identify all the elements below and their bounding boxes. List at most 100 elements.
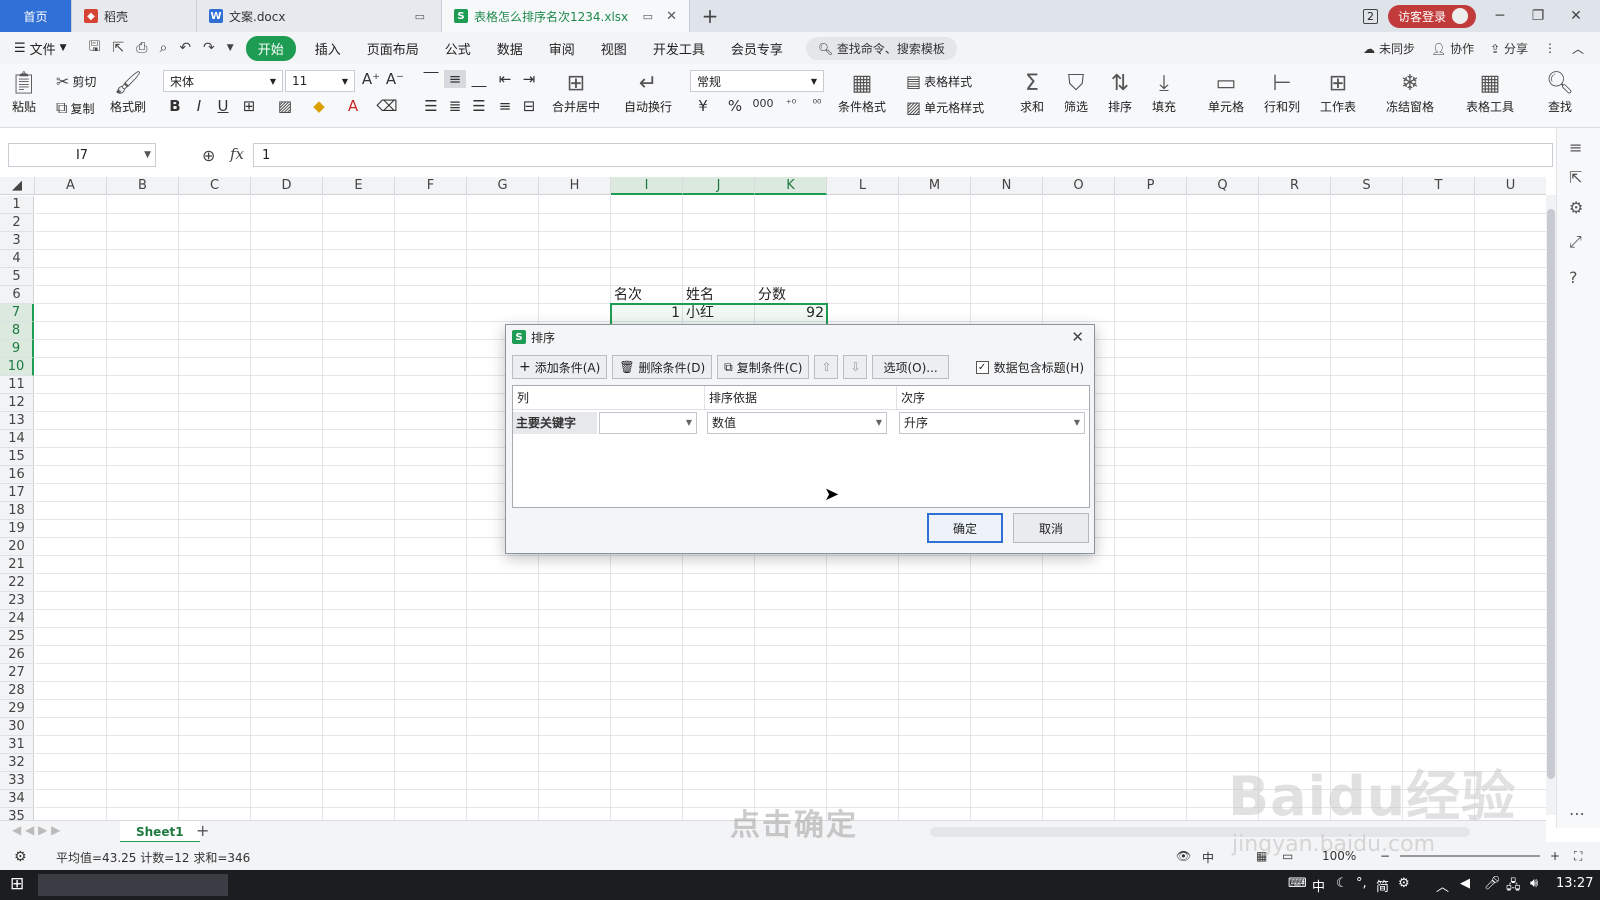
menu-item-view[interactable]: 视图: [588, 39, 640, 58]
paste-button[interactable]: 📋︎ 粘贴: [10, 68, 38, 115]
cell-fill-pattern-icon[interactable]: ▨: [274, 97, 296, 115]
formula-input[interactable]: 1: [253, 143, 1553, 167]
column-header-s[interactable]: S: [1331, 177, 1403, 195]
close-tab-icon[interactable]: ✕: [666, 9, 677, 24]
delete-condition-button[interactable]: 🗑︎ 删除条件(D): [612, 355, 713, 379]
share-button[interactable]: ⇪ 分享: [1490, 40, 1528, 57]
copy-button[interactable]: ⧉ 复制: [56, 98, 94, 118]
number-format-select[interactable]: 常规 ▼: [690, 70, 824, 92]
command-search[interactable]: 🔍︎ 查找命令、搜索模板: [805, 36, 957, 60]
zoom-in-icon[interactable]: +: [1550, 849, 1560, 863]
row-header[interactable]: 2: [0, 214, 34, 232]
header-checkbox-row[interactable]: ✓ 数据包含标题(H): [975, 359, 1084, 376]
collab-button[interactable]: 👤︎ 协作: [1431, 40, 1474, 57]
underline-icon[interactable]: U: [212, 97, 234, 115]
cut-button[interactable]: ✂ 剪切: [56, 72, 96, 91]
menu-item-review[interactable]: 审阅: [536, 39, 588, 58]
column-header-m[interactable]: M: [899, 177, 971, 195]
tray-app-icon[interactable]: ◀: [1460, 876, 1470, 891]
column-header-f[interactable]: F: [395, 177, 467, 195]
scroll-thumb[interactable]: [1547, 209, 1555, 779]
align-left-icon[interactable]: ☰: [420, 97, 442, 115]
column-header-e[interactable]: E: [323, 177, 395, 195]
table-style-button[interactable]: ▤ 表格样式: [906, 72, 972, 91]
column-header-h[interactable]: H: [539, 177, 611, 195]
mic-icon[interactable]: 🎤︎: [1484, 876, 1501, 891]
row-header[interactable]: 34: [0, 790, 34, 808]
keyboard-icon[interactable]: ⌨: [1288, 876, 1307, 891]
add-sheet-icon[interactable]: +: [196, 821, 209, 841]
column-header-r[interactable]: R: [1259, 177, 1331, 195]
row-col-button[interactable]: ⊢ 行和列: [1264, 68, 1300, 115]
collapse-icon[interactable]: ≡: [1569, 138, 1582, 157]
row-header[interactable]: 30: [0, 718, 34, 736]
ime-settings-icon[interactable]: ⚙: [1398, 876, 1410, 891]
window-icon[interactable]: ▭: [643, 10, 653, 23]
menu-item-data[interactable]: 数据: [484, 39, 536, 58]
align-middle-icon[interactable]: ≡: [444, 70, 466, 88]
increase-indent-icon[interactable]: ⇥: [518, 70, 540, 88]
row-header[interactable]: 33: [0, 772, 34, 790]
column-header-d[interactable]: D: [251, 177, 323, 195]
fill-color-icon[interactable]: ◆: [308, 97, 330, 115]
column-header-b[interactable]: B: [107, 177, 179, 195]
column-header-t[interactable]: T: [1403, 177, 1475, 195]
align-top-icon[interactable]: ⎺: [420, 70, 442, 88]
dialog-title-bar[interactable]: S 排序: [506, 325, 1094, 349]
row-header[interactable]: 20: [0, 538, 34, 556]
row-header[interactable]: 24: [0, 610, 34, 628]
help-icon[interactable]: ?: [1569, 268, 1578, 287]
save-icon[interactable]: 🖫: [83, 36, 107, 60]
sort-button[interactable]: ⇅ 排序: [1108, 68, 1132, 115]
column-header-i[interactable]: I: [611, 177, 683, 195]
row-header[interactable]: 7: [0, 304, 34, 322]
login-button[interactable]: 访客登录: [1387, 4, 1476, 28]
more-dots-icon[interactable]: ⋯: [1569, 804, 1585, 823]
file-menu[interactable]: ☰ 文件 ▼: [14, 39, 83, 58]
cell-k6[interactable]: 分数: [755, 286, 827, 304]
ok-button[interactable]: 确定: [927, 513, 1003, 543]
move-down-button[interactable]: ⇩: [843, 355, 868, 379]
column-header-l[interactable]: L: [827, 177, 899, 195]
menu-item-page-layout[interactable]: 页面布局: [354, 39, 432, 58]
row-header[interactable]: 3: [0, 232, 34, 250]
conditional-format-button[interactable]: ▦ 条件格式: [838, 68, 886, 115]
row-header[interactable]: 15: [0, 448, 34, 466]
redo-icon[interactable]: ↷: [197, 40, 221, 56]
row-header[interactable]: 23: [0, 592, 34, 610]
column-header-c[interactable]: C: [179, 177, 251, 195]
windows-start-icon[interactable]: ⊞: [10, 874, 24, 894]
row-header[interactable]: 22: [0, 574, 34, 592]
row-header[interactable]: 28: [0, 682, 34, 700]
row-header[interactable]: 31: [0, 736, 34, 754]
column-header-n[interactable]: N: [971, 177, 1043, 195]
row-header[interactable]: 13: [0, 412, 34, 430]
filter-button[interactable]: ⛉ 筛选: [1064, 68, 1088, 115]
tab-daoke[interactable]: ◆ 稻壳: [72, 0, 197, 32]
window-icon[interactable]: ▭: [415, 10, 425, 23]
row-header[interactable]: 17: [0, 484, 34, 502]
increase-decimal-icon[interactable]: ⁺⁰: [780, 97, 802, 110]
row-header[interactable]: 10: [0, 358, 34, 376]
decrease-decimal-icon[interactable]: ⁰⁰: [806, 97, 828, 110]
menu-item-formula[interactable]: 公式: [432, 39, 484, 58]
column-header-u[interactable]: U: [1475, 177, 1546, 195]
tray-up-icon[interactable]: ︿: [1436, 876, 1449, 895]
align-right-icon[interactable]: ☰: [468, 97, 490, 115]
cell-style-button[interactable]: ▨ 单元格样式: [906, 98, 984, 117]
macro-icon[interactable]: ⚙: [14, 849, 27, 865]
column-header-q[interactable]: Q: [1187, 177, 1259, 195]
table-tools-button[interactable]: ▦ 表格工具: [1466, 68, 1514, 115]
row-header[interactable]: 26: [0, 646, 34, 664]
clock[interactable]: 13:27: [1556, 876, 1593, 891]
row-header[interactable]: 16: [0, 466, 34, 484]
customize-icon[interactable]: ▼: [221, 43, 240, 53]
minimize-icon[interactable]: ─: [1486, 8, 1514, 24]
column-header-a[interactable]: A: [35, 177, 107, 195]
sheet-nav-icon[interactable]: ◀ ◀ ▶ ▶: [12, 823, 60, 837]
tab-xlsx[interactable]: S 表格怎么排序名次1234.xlsx ▭ ✕: [442, 0, 690, 32]
decrease-indent-icon[interactable]: ⇤: [494, 70, 516, 88]
row-header[interactable]: 29: [0, 700, 34, 718]
new-tab-button[interactable]: +: [690, 0, 730, 32]
wrap-text-button[interactable]: ↵ 自动换行: [624, 68, 672, 115]
